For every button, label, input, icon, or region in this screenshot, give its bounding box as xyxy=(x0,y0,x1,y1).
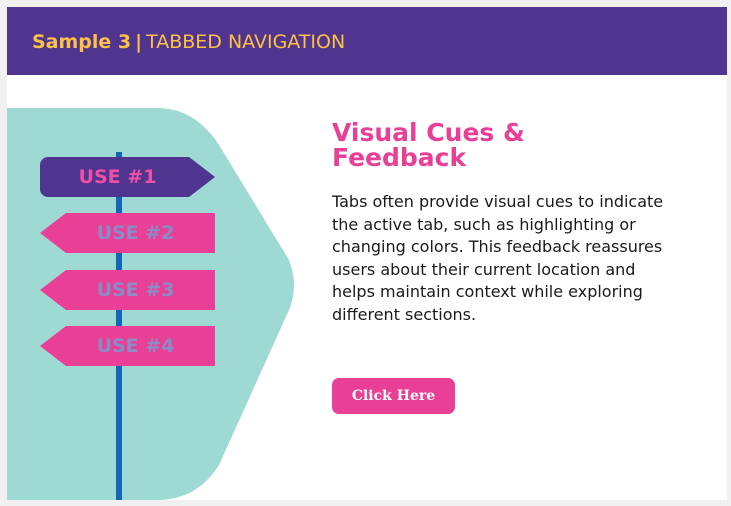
header-title: Sample 3 | TABBED NAVIGATION xyxy=(32,30,345,54)
header-bar: Sample 3 | TABBED NAVIGATION xyxy=(7,7,727,75)
tab-use-1[interactable]: USE #1 xyxy=(40,157,215,197)
content-title: Visual Cues & Feedback xyxy=(332,118,525,172)
content-body: Tabs often provide visual cues to indica… xyxy=(332,192,664,324)
tab-use-3[interactable]: USE #3 xyxy=(40,270,215,310)
tab-use-4[interactable]: USE #4 xyxy=(40,326,215,366)
header-subtitle: TABBED NAVIGATION xyxy=(146,31,346,53)
sample-card: Sample 3 | TABBED NAVIGATION USE #1 USE #2… xyxy=(7,7,727,500)
sample-label: Sample 3 xyxy=(32,31,132,53)
header-separator: | xyxy=(135,31,143,53)
click-here-button[interactable]: Click Here xyxy=(332,378,455,414)
tab-use-2[interactable]: USE #2 xyxy=(40,213,215,253)
